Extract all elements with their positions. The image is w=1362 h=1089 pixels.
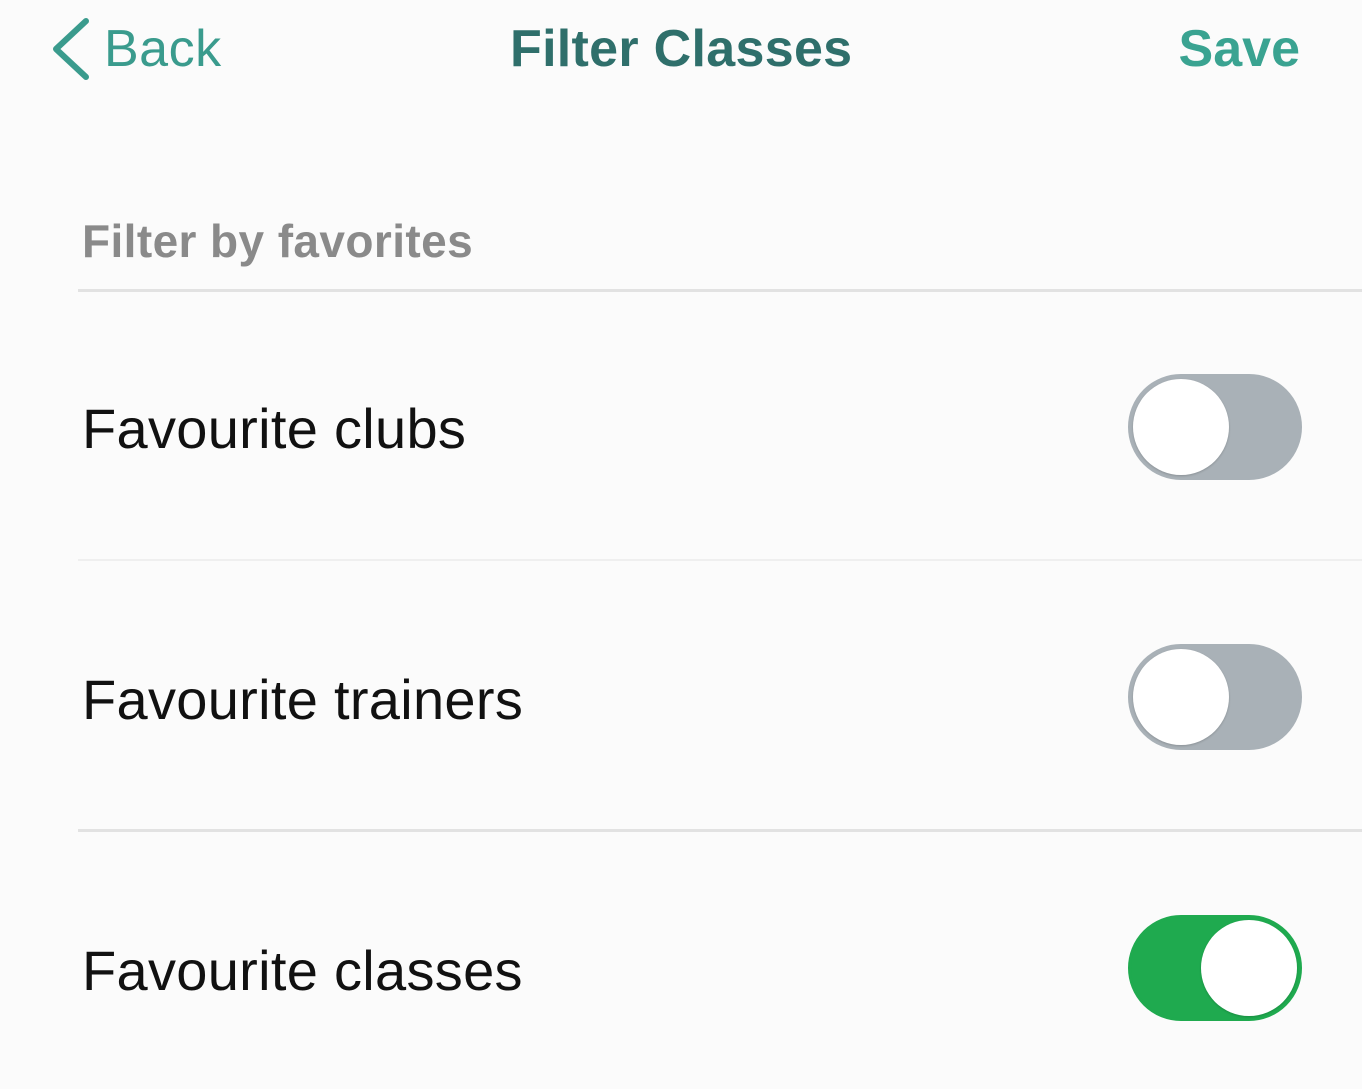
favourite-trainers-label: Favourite trainers (82, 668, 524, 731)
back-button[interactable]: Back (50, 14, 222, 84)
favourite-clubs-label: Favourite clubs (82, 397, 467, 460)
back-label: Back (104, 20, 222, 78)
favourite-trainers-toggle[interactable] (1128, 644, 1302, 750)
toggle-knob (1201, 920, 1297, 1016)
page-title: Filter Classes (510, 20, 853, 78)
save-button[interactable]: Save (1179, 14, 1300, 84)
navigation-bar: Back Filter Classes Save (0, 0, 1362, 100)
favourite-classes-toggle[interactable] (1128, 915, 1302, 1021)
chevron-left-icon (50, 17, 90, 81)
toggle-knob (1133, 649, 1229, 745)
section-header: Filter by favorites (82, 215, 474, 267)
favourite-classes-label: Favourite classes (82, 939, 523, 1002)
toggle-row-favourite-trainers: Favourite trainers (0, 561, 1362, 761)
toggle-knob (1133, 379, 1229, 475)
filter-classes-screen: Back Filter Classes Save Filter by favor… (0, 0, 1362, 1089)
toggle-row-favourite-clubs: Favourite clubs (0, 292, 1362, 492)
toggle-row-favourite-classes: Favourite classes (0, 832, 1362, 1032)
favourite-clubs-toggle[interactable] (1128, 374, 1302, 480)
